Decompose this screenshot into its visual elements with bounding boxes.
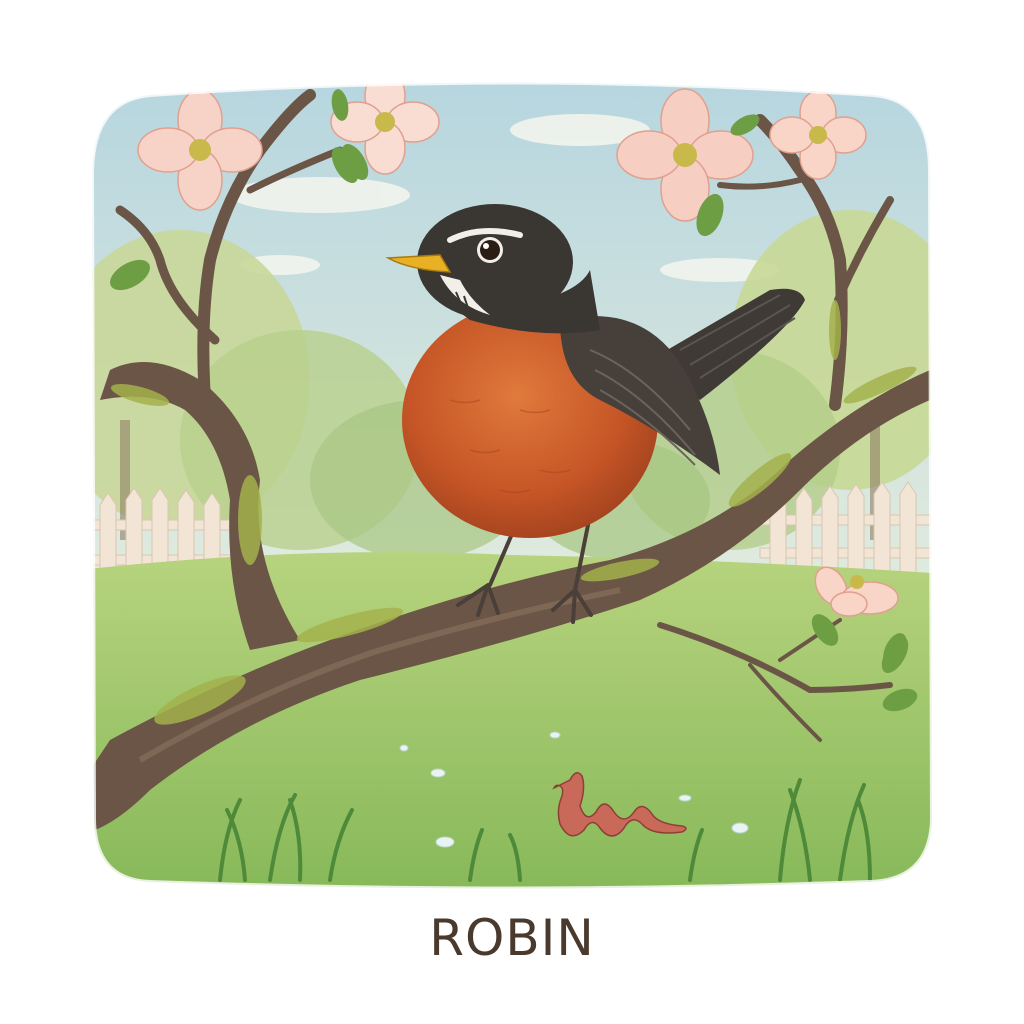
caption-title: ROBIN: [429, 909, 595, 967]
illustration: [89, 80, 935, 891]
